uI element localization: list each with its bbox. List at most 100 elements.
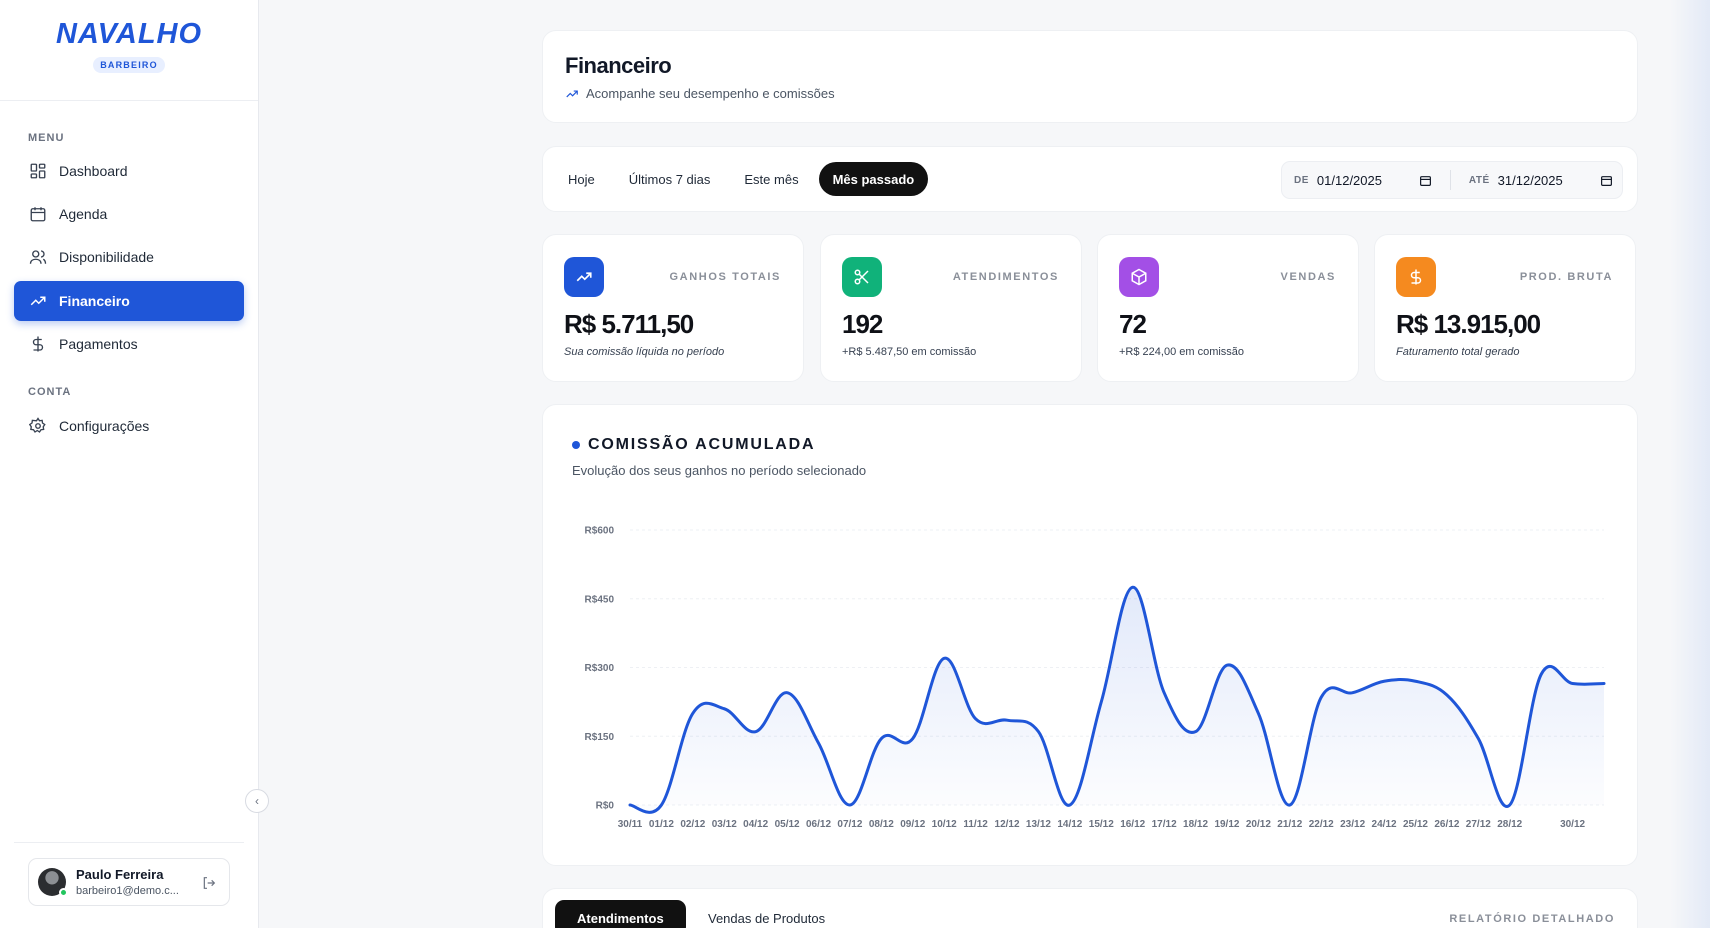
- x-tick-label: 09/12: [900, 819, 925, 830]
- calendar-icon[interactable]: [1600, 174, 1613, 187]
- stat-value: R$ 5.711,50: [564, 309, 694, 339]
- x-tick-label: 15/12: [1089, 819, 1114, 830]
- stat-card-sales: VENDAS 72 +R$ 224,00 em comissão: [1097, 234, 1359, 382]
- date-to-input[interactable]: 31/12/2025: [1498, 173, 1598, 188]
- period-today-button[interactable]: Hoje: [554, 162, 609, 196]
- x-tick-label: 23/12: [1340, 819, 1365, 830]
- dashboard-icon: [30, 163, 46, 179]
- period-last-7-days-button[interactable]: Últimos 7 dias: [615, 162, 725, 196]
- sidebar-item-disponibilidade[interactable]: Disponibilidade: [14, 237, 244, 277]
- sidebar-item-configuracoes[interactable]: Configurações: [14, 406, 244, 446]
- y-tick-label: R$450: [585, 594, 615, 605]
- x-tick-label: 28/12: [1497, 819, 1522, 830]
- sidebar-item-label: Configurações: [59, 418, 150, 434]
- stat-note: Sua comissão líquida no período: [564, 346, 725, 358]
- stat-icon-bg: [842, 257, 882, 297]
- sidebar: NAVALHO BARBEIRO MENU Dashboard Agenda D…: [0, 0, 259, 928]
- stat-value: 72: [1119, 309, 1147, 339]
- sidebar-item-label: Dashboard: [59, 163, 128, 179]
- x-tick-label: 30/11: [618, 819, 643, 830]
- page-subtitle: Acompanhe seu desempenho e comissões: [586, 86, 835, 101]
- y-tick-label: R$150: [585, 732, 615, 743]
- dollar-icon: [1410, 269, 1422, 285]
- dollar-icon: [32, 336, 44, 352]
- sidebar-item-pagamentos[interactable]: Pagamentos: [14, 324, 244, 364]
- stat-icon-bg: [564, 257, 604, 297]
- x-tick-label: 12/12: [995, 819, 1020, 830]
- x-tick-label: 22/12: [1309, 819, 1334, 830]
- menu-section-label: MENU: [28, 132, 65, 144]
- x-tick-label: 19/12: [1214, 819, 1239, 830]
- x-tick-label: 05/12: [775, 819, 800, 830]
- stat-icon-bg: [1119, 257, 1159, 297]
- calendar-icon[interactable]: [1419, 174, 1432, 187]
- x-tick-label: 20/12: [1246, 819, 1271, 830]
- x-tick-label: 03/12: [712, 819, 737, 830]
- collapse-sidebar-button[interactable]: ‹: [245, 789, 269, 813]
- avatar: [38, 868, 68, 897]
- package-icon: [1131, 268, 1147, 286]
- stat-note: Faturamento total gerado: [1396, 346, 1520, 358]
- date-from-input[interactable]: 01/12/2025: [1317, 173, 1417, 188]
- stat-label: GANHOS TOTAIS: [669, 271, 781, 283]
- x-tick-label: 16/12: [1120, 819, 1145, 830]
- x-tick-label: 01/12: [649, 819, 674, 830]
- user-card[interactable]: Paulo Ferreira barbeiro1@demo.c...: [28, 858, 230, 906]
- period-last-month-button[interactable]: Mês passado: [818, 162, 929, 196]
- calendar-icon: [30, 207, 46, 222]
- x-tick-label: 18/12: [1183, 819, 1208, 830]
- account-section-label: CONTA: [28, 386, 72, 398]
- period-this-month-button[interactable]: Este mês: [730, 162, 812, 196]
- x-tick-label: 24/12: [1372, 819, 1397, 830]
- tab-product-sales[interactable]: Vendas de Produtos: [686, 900, 847, 928]
- online-status-dot: [59, 888, 68, 897]
- chevron-left-icon: ‹: [255, 794, 259, 808]
- x-tick-label: 14/12: [1057, 819, 1082, 830]
- x-tick-label: 13/12: [1026, 819, 1051, 830]
- stat-note: +R$ 5.487,50 em comissão: [842, 346, 977, 358]
- trending-up-icon: [566, 90, 578, 97]
- gear-icon: [29, 417, 46, 433]
- sidebar-item-dashboard[interactable]: Dashboard: [14, 151, 244, 191]
- stat-label: VENDAS: [1280, 271, 1336, 283]
- stat-card-total-earnings: GANHOS TOTAIS R$ 5.711,50 Sua comissão l…: [542, 234, 804, 382]
- user-email: barbeiro1@demo.c...: [76, 885, 179, 897]
- sidebar-item-agenda[interactable]: Agenda: [14, 194, 244, 234]
- detail-tabs-card: Atendimentos Vendas de Produtos RELATÓRI…: [542, 888, 1638, 928]
- page-header: Financeiro Acompanhe seu desempenho e co…: [542, 30, 1638, 123]
- y-tick-label: R$600: [585, 526, 615, 537]
- stat-label: PROD. BRUTA: [1519, 271, 1613, 283]
- stat-note: +R$ 224,00 em comissão: [1119, 346, 1245, 358]
- y-tick-label: R$0: [596, 801, 615, 812]
- tab-appointments[interactable]: Atendimentos: [555, 900, 686, 928]
- logout-icon[interactable]: [201, 875, 217, 891]
- trending-up-icon: [576, 272, 592, 282]
- x-tick-label: 26/12: [1434, 819, 1459, 830]
- stat-label: ATENDIMENTOS: [952, 271, 1059, 283]
- date-separator: [1449, 170, 1451, 190]
- x-tick-label: 06/12: [806, 819, 831, 830]
- x-tick-label: 07/12: [837, 819, 862, 830]
- commission-chart-card: COMISSÃO ACUMULADA Evolução dos seus gan…: [542, 404, 1638, 866]
- y-tick-label: R$300: [585, 663, 615, 674]
- commission-area-chart: R$0 R$150 R$300 R$450 R$600 30/11 01/12 02/12 03…: [585, 526, 1606, 830]
- page-title: Financeiro: [565, 53, 672, 78]
- x-tick-label: 25/12: [1403, 819, 1428, 830]
- role-badge: BARBEIRO: [93, 57, 165, 73]
- right-edge-glow: [1670, 0, 1710, 928]
- sidebar-item-label: Agenda: [59, 206, 108, 222]
- date-range: DE 01/12/2025 ATÉ 31/12/2025: [1281, 161, 1623, 199]
- trending-up-icon: [30, 296, 46, 306]
- sidebar-item-financeiro[interactable]: Financeiro: [14, 281, 244, 321]
- date-to-label: ATÉ: [1468, 174, 1490, 186]
- date-from-label: DE: [1294, 174, 1309, 186]
- logo[interactable]: NAVALHO: [56, 18, 202, 51]
- sidebar-divider: [14, 842, 244, 843]
- stat-value: 192: [842, 309, 883, 339]
- period-filter-bar: Hoje Últimos 7 dias Este mês Mês passado…: [542, 146, 1638, 212]
- x-tick-label: 08/12: [869, 819, 894, 830]
- logo-area: NAVALHO BARBEIRO: [0, 0, 258, 101]
- scissors-icon: [854, 269, 869, 285]
- stat-card-appointments: ATENDIMENTOS 192 +R$ 5.487,50 em comissã…: [820, 234, 1082, 382]
- users-icon: [29, 250, 47, 264]
